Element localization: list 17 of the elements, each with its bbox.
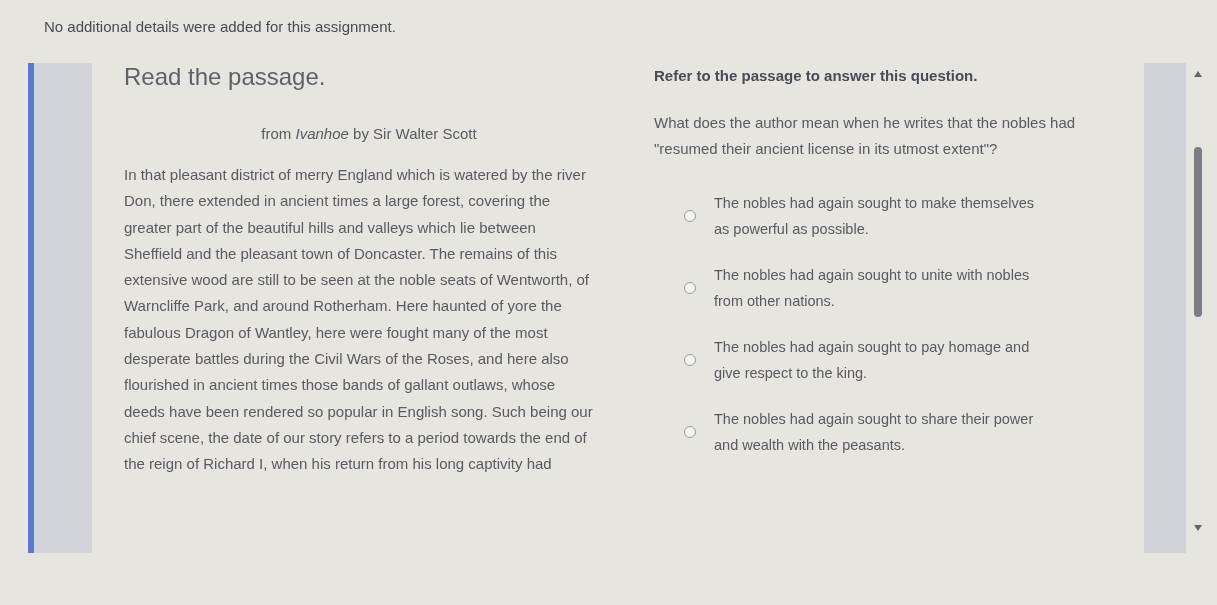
answer-option[interactable]: The nobles had again sought to unite with nobles from other nations. (714, 262, 1044, 314)
passage-source: from Ivanhoe by Sir Walter Scott (260, 125, 478, 142)
question-text: What does the author mean when he writes that the nobles had "resumed their ancient license in its utmost extent"? (654, 113, 1077, 159)
scroll-down-icon[interactable] (1194, 525, 1202, 531)
assignment-note: No additional details were added for this assignment. (43, 17, 397, 37)
question-heading: Refer to the passage to answer this question. (654, 67, 979, 84)
radio-button[interactable] (684, 210, 696, 222)
passage-heading: Read the passage. (124, 63, 327, 91)
answer-option[interactable]: The nobles had again sought to share their power and wealth with the peasants. (714, 406, 1044, 458)
radio-button[interactable] (684, 282, 696, 294)
passage-text: In that pleasant district of merry England which is watered by the river Don, there extended in ancient times a large forest, covering the greater part of the beautiful hills and valleys which lie between Sheffield and the pleasant town of Doncaster. The remains of this extensive wood are still to be seen at the noble seats of Wentworth, of Warncliffe Park, and around Rotherham. Here haunted of yore the fabulous Dragon of Wantley, here were fought many of the most desperate battles during the Civil Wars of the Roses, and here also flourished in ancient times those bands of gallant outlaws, whose deeds have been rendered so popular in English song. Such being our chief scene, the date of our story refers to a period towards the end of the reign of Richard I, when his return from his long captivity had (124, 165, 594, 475)
radio-button[interactable] (684, 426, 696, 438)
radio-button[interactable] (684, 354, 696, 366)
answer-option[interactable]: The nobles had again sought to pay homage and give respect to the king. (714, 334, 1044, 386)
scroll-up-icon[interactable] (1194, 71, 1202, 77)
answer-option[interactable]: The nobles had again sought to make themselves as powerful as possible. (714, 190, 1044, 242)
scrollbar-thumb[interactable] (1194, 147, 1202, 317)
